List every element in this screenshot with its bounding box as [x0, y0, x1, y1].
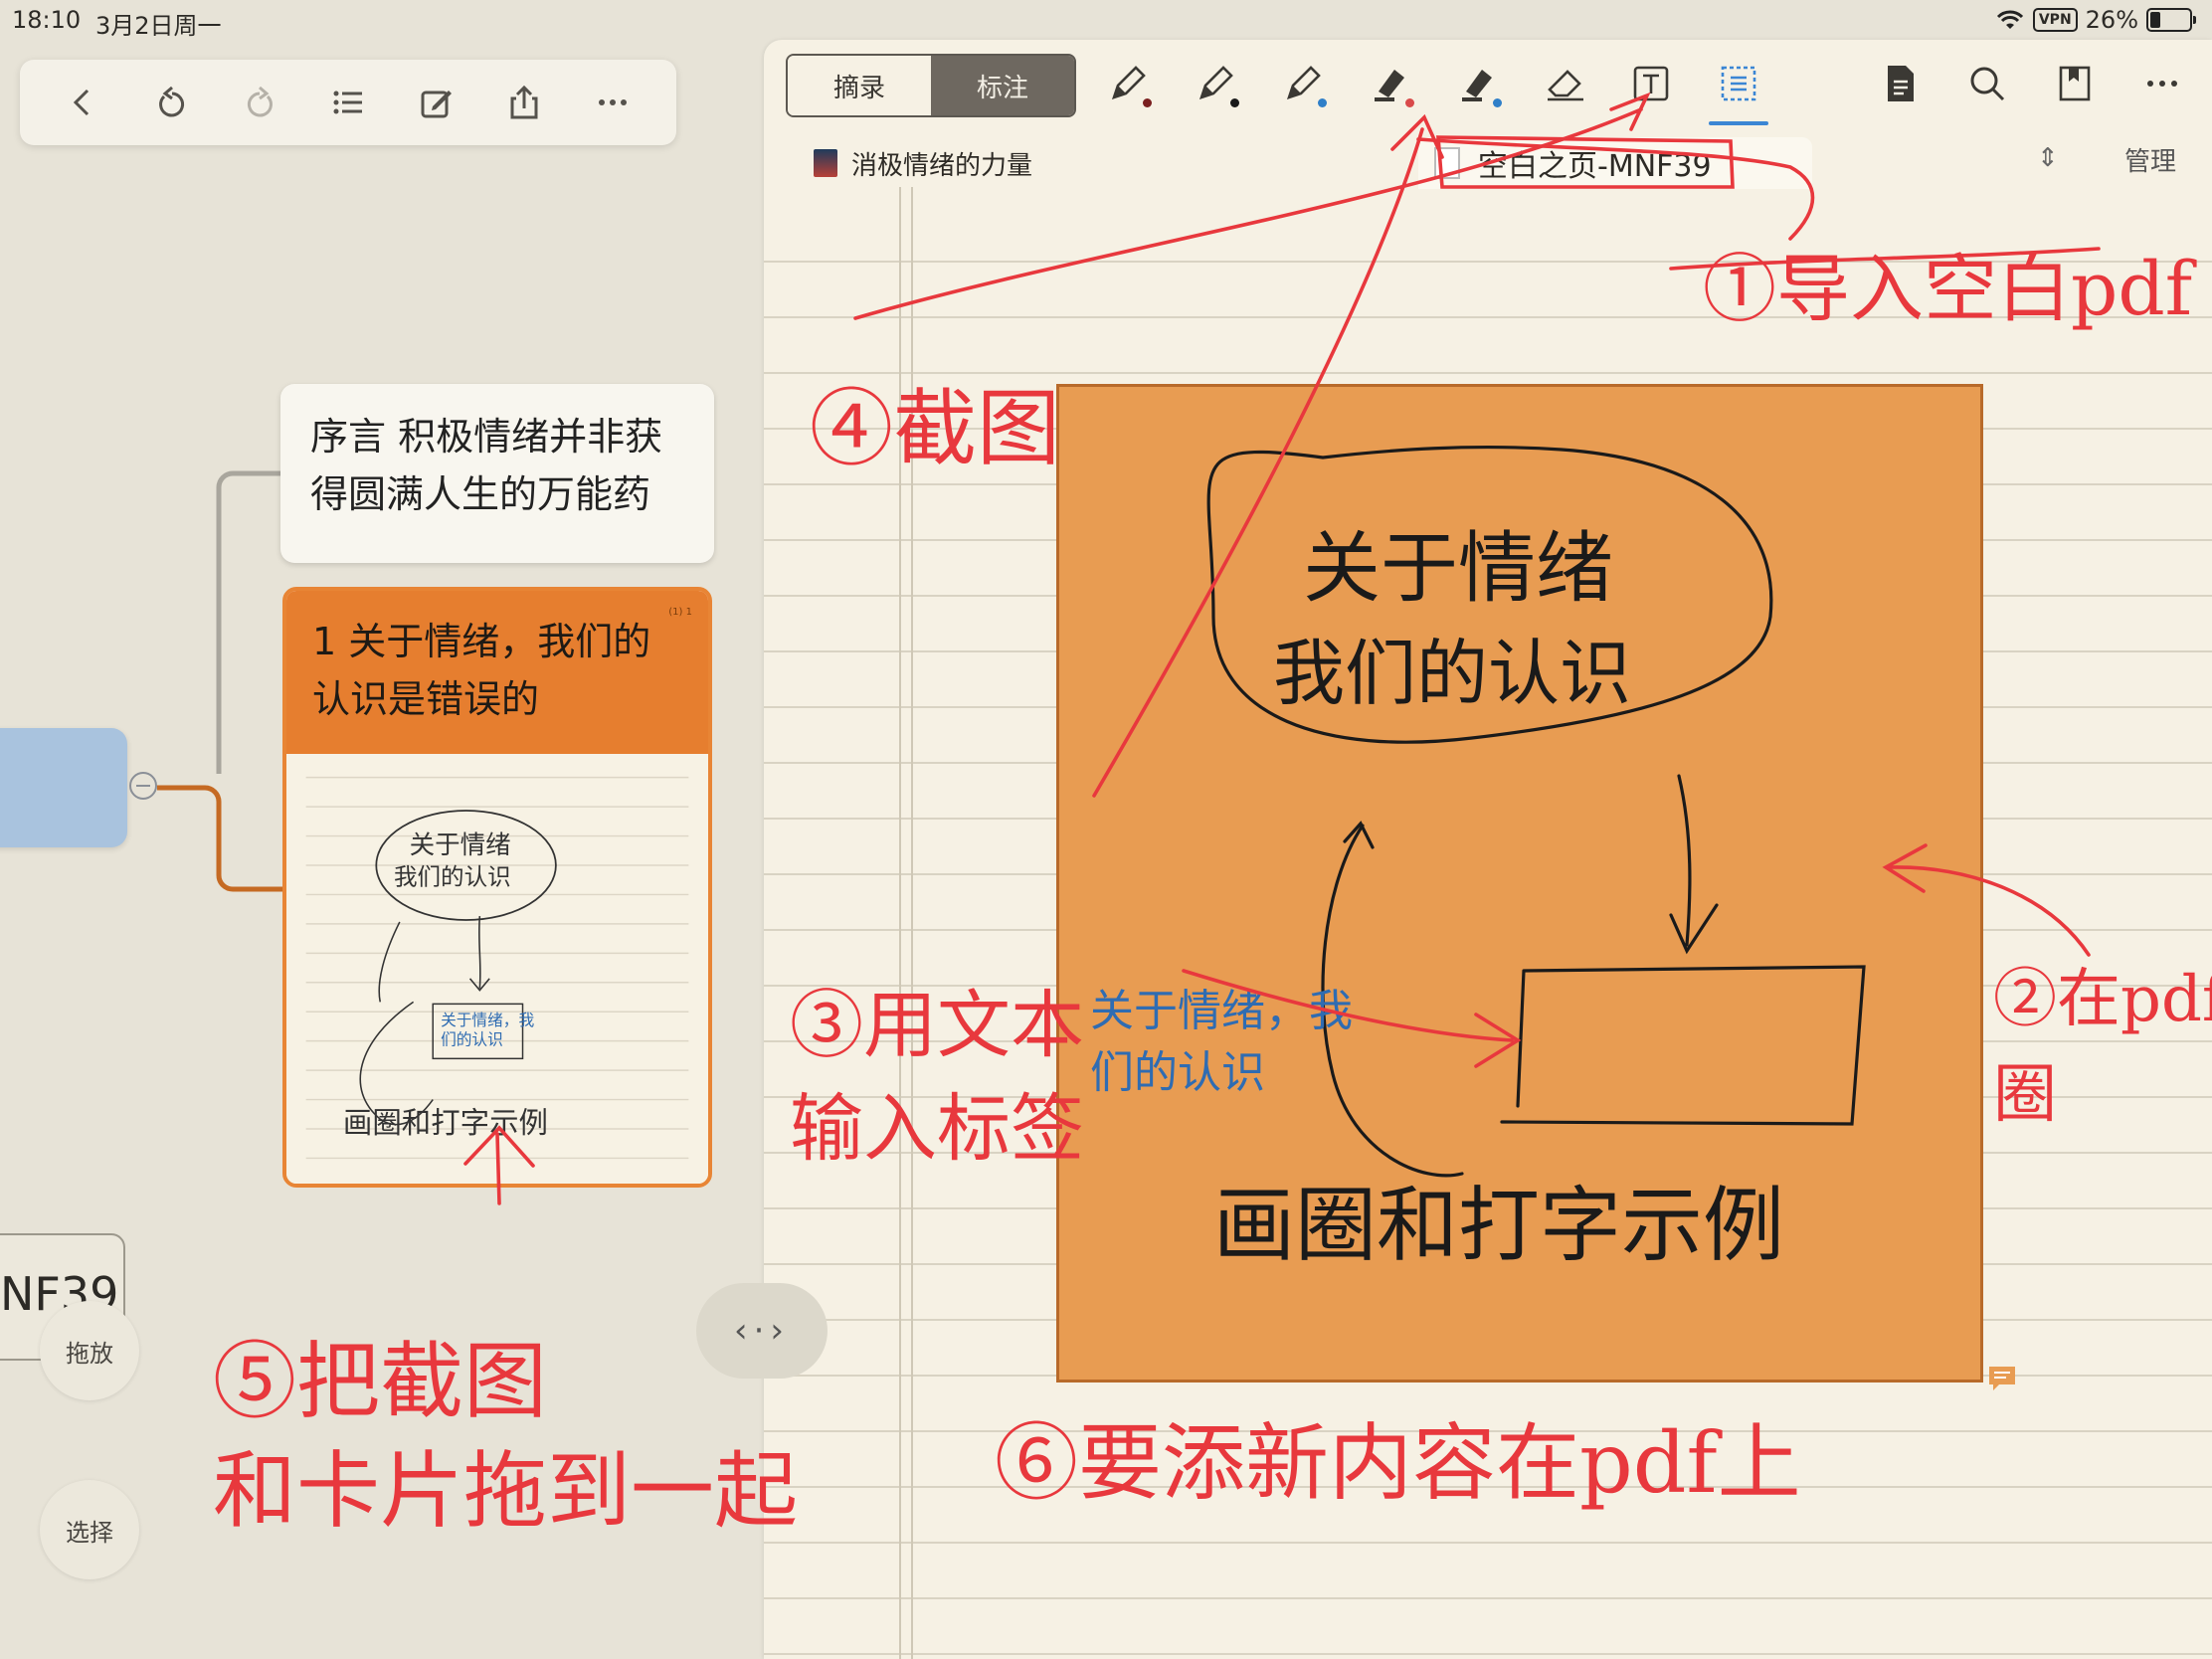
split-view-handle[interactable]: ‹·› [696, 1283, 828, 1379]
pdf-ink-layer: 关于情绪 我们的认识 画圈和打字示例 [1206, 445, 1866, 1273]
pdf-bottom-text: 画圈和打字示例 [1213, 1179, 1784, 1273]
pdf-ellipse-line2: 我们的认识 [1273, 632, 1631, 715]
pdf-text-box-content: 关于情绪，我们的认识 [1090, 986, 1353, 1098]
pdf-text-box[interactable]: 关于情绪，我们的认识 [1090, 981, 1388, 1104]
pdf-ellipse-line1: 关于情绪 [1303, 524, 1613, 614]
